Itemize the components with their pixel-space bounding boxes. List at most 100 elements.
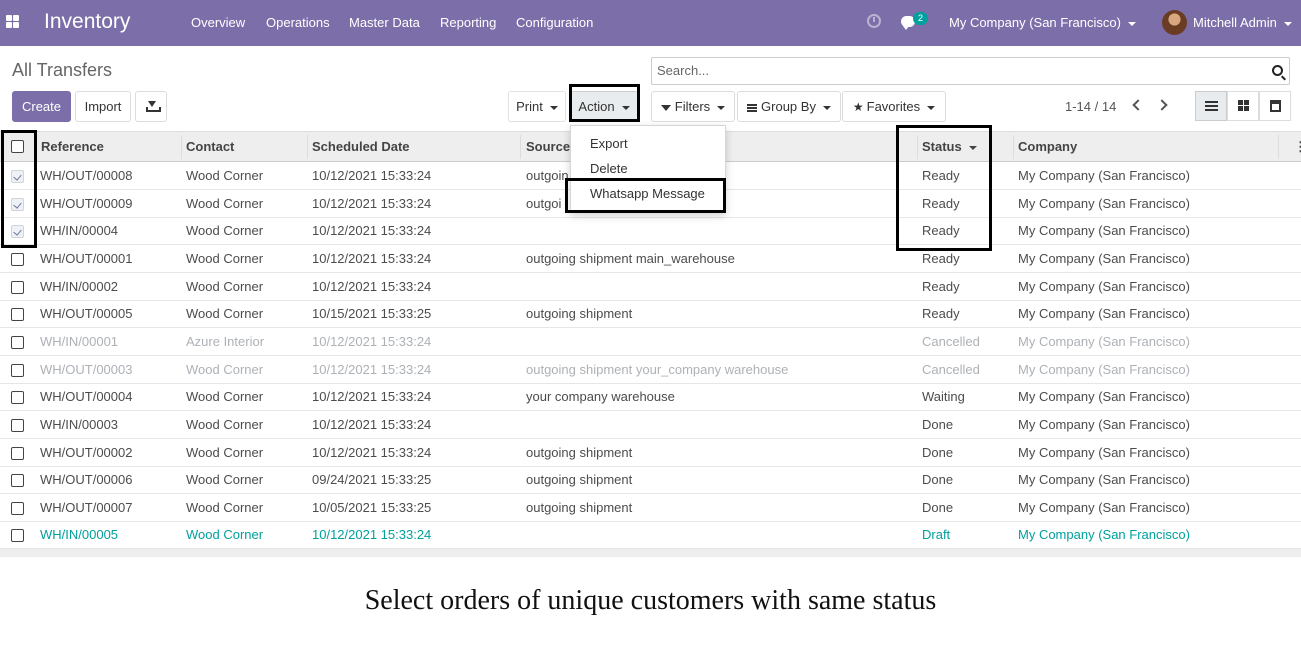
cell-status: Done <box>922 445 954 460</box>
column-scheduled-date[interactable]: Scheduled Date <box>312 139 410 154</box>
menu-reporting[interactable]: Reporting <box>440 15 496 30</box>
top-navbar: Inventory Overview Operations Master Dat… <box>0 0 1301 46</box>
list-bars-icon <box>747 103 758 112</box>
cell-contact: Wood Corner <box>186 279 264 294</box>
chevron-right-icon[interactable] <box>1156 99 1168 111</box>
groupby-button[interactable]: Group By <box>737 91 841 122</box>
table-row[interactable]: WH/IN/00005 Wood Corner 10/12/2021 15:33:2… <box>0 521 1301 549</box>
cell-reference: WH/OUT/00002 <box>40 445 133 460</box>
search-icon[interactable] <box>1272 65 1283 76</box>
cell-reference: WH/OUT/00004 <box>40 389 133 404</box>
row-checkbox[interactable] <box>11 391 24 404</box>
cell-reference: WH/OUT/00003 <box>40 362 133 377</box>
pager-value[interactable]: 1-14 / 14 <box>1065 99 1116 114</box>
cell-contact: Wood Corner <box>186 168 264 183</box>
menu-configuration[interactable]: Configuration <box>516 15 593 30</box>
kanban-view-button[interactable] <box>1227 91 1259 121</box>
chat-badge: 2 <box>913 12 928 25</box>
row-checkbox[interactable] <box>11 281 24 294</box>
cell-contact: Wood Corner <box>186 417 264 432</box>
apps-grid-icon[interactable] <box>6 15 19 28</box>
cell-scheduled-date: 10/12/2021 15:33:24 <box>312 251 432 266</box>
cell-company: My Company (San Francisco) <box>1018 196 1190 211</box>
table-row[interactable]: WH/OUT/00005 Wood Corner 10/15/2021 15:33:… <box>0 300 1301 328</box>
table-row[interactable]: WH/OUT/00001 Wood Corner 10/12/2021 15:33:… <box>0 245 1301 273</box>
optional-columns-icon[interactable]: ⋮ <box>1294 139 1301 155</box>
cell-status: Waiting <box>922 389 965 404</box>
search-bar[interactable] <box>651 57 1290 85</box>
row-checkbox[interactable] <box>11 474 24 487</box>
row-checkbox[interactable] <box>11 529 24 542</box>
search-input[interactable] <box>657 63 1257 78</box>
cell-status: Done <box>922 500 954 515</box>
cell-reference: WH/OUT/00008 <box>40 168 133 183</box>
row-checkbox[interactable] <box>11 364 24 377</box>
row-checkbox[interactable] <box>11 419 24 432</box>
cell-source: outgoing shipment <box>526 472 633 487</box>
table-row[interactable]: WH/OUT/00007 Wood Corner 10/05/2021 15:33:… <box>0 494 1301 522</box>
cell-reference: WH/IN/00004 <box>40 223 119 238</box>
cell-source: outgoing shipment <box>526 306 633 321</box>
column-source[interactable]: Source <box>526 139 570 154</box>
list-view-button[interactable] <box>1195 91 1227 121</box>
import-button[interactable]: Import <box>75 91 131 122</box>
menu-item-delete[interactable]: Delete <box>590 161 628 176</box>
cell-status: Draft <box>922 527 951 542</box>
table-row[interactable]: WH/OUT/00006 Wood Corner 09/24/2021 15:33:… <box>0 466 1301 494</box>
cell-contact: Wood Corner <box>186 500 264 515</box>
caret-down-icon <box>1127 21 1136 26</box>
menu-item-export[interactable]: Export <box>590 136 628 151</box>
cell-company: My Company (San Francisco) <box>1018 527 1190 542</box>
user-name: Mitchell Admin <box>1193 15 1277 30</box>
row-checkbox[interactable] <box>11 253 24 266</box>
print-label: Print <box>516 99 543 114</box>
column-company[interactable]: Company <box>1018 139 1077 154</box>
cell-contact: Azure Interior <box>186 334 265 349</box>
table-footer <box>0 549 1301 557</box>
row-checkbox[interactable] <box>11 447 24 460</box>
cell-status: Cancelled <box>922 334 980 349</box>
cell-source: outgoing shipment <box>526 445 633 460</box>
user-avatar[interactable] <box>1162 10 1187 35</box>
table-row[interactable]: WH/IN/00002 Wood Corner 10/12/2021 15:33:2… <box>0 273 1301 301</box>
print-button[interactable]: Print <box>508 91 566 122</box>
menu-overview[interactable]: Overview <box>191 15 245 30</box>
chevron-left-icon[interactable] <box>1132 99 1144 111</box>
row-checkbox[interactable] <box>11 336 24 349</box>
table-row[interactable]: WH/IN/00001 Azure Interior 10/12/2021 15:3… <box>0 328 1301 356</box>
cell-source: outgoin <box>526 168 569 183</box>
page-title: All Transfers <box>12 60 113 80</box>
calendar-view-button[interactable] <box>1259 91 1291 121</box>
caret-down-icon <box>1283 21 1292 26</box>
cell-source: outgoing shipment <box>526 500 633 515</box>
table-row[interactable]: WH/OUT/00004 Wood Corner 10/12/2021 15:33:… <box>0 383 1301 411</box>
cell-source: outgoi <box>526 196 562 211</box>
table-row[interactable]: WH/IN/00004 Wood Corner 10/12/2021 15:33:2… <box>0 217 1301 245</box>
filters-button[interactable]: Filters <box>651 91 735 122</box>
cell-contact: Wood Corner <box>186 196 264 211</box>
download-button[interactable] <box>135 91 167 122</box>
table-row[interactable]: WH/OUT/00003 Wood Corner 10/12/2021 15:33:… <box>0 356 1301 384</box>
app-name[interactable]: Inventory <box>44 10 130 34</box>
row-checkbox[interactable] <box>11 308 24 321</box>
table-row[interactable]: WH/OUT/00002 Wood Corner 10/12/2021 15:33:… <box>0 439 1301 467</box>
menu-operations[interactable]: Operations <box>266 15 330 30</box>
row-checkbox[interactable] <box>11 502 24 515</box>
favorites-button[interactable]: ★ Favorites <box>842 91 946 122</box>
cell-scheduled-date: 10/12/2021 15:33:24 <box>312 279 432 294</box>
company-switcher[interactable]: My Company (San Francisco) <box>949 15 1136 30</box>
column-reference[interactable]: Reference <box>41 139 104 154</box>
cell-scheduled-date: 10/12/2021 15:33:24 <box>312 445 432 460</box>
create-button[interactable]: Create <box>12 91 71 122</box>
cell-status: Ready <box>922 251 960 266</box>
cell-company: My Company (San Francisco) <box>1018 334 1190 349</box>
cell-contact: Wood Corner <box>186 251 264 266</box>
column-contact[interactable]: Contact <box>186 139 234 154</box>
user-menu[interactable]: Mitchell Admin <box>1193 15 1292 30</box>
menu-master-data[interactable]: Master Data <box>349 15 420 30</box>
cell-company: My Company (San Francisco) <box>1018 417 1190 432</box>
clock-icon[interactable] <box>867 14 881 28</box>
table-row[interactable]: WH/IN/00003 Wood Corner 10/12/2021 15:33:2… <box>0 411 1301 439</box>
cell-company: My Company (San Francisco) <box>1018 445 1190 460</box>
cell-scheduled-date: 10/12/2021 15:33:24 <box>312 334 432 349</box>
